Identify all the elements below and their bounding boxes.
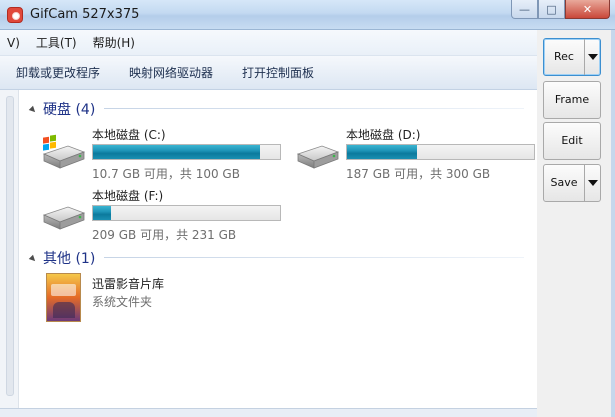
navigation-pane-scrollbar[interactable] [0,90,19,408]
command-bar: 卸载或更改程序 映射网络驱动器 打开控制面板 [0,56,537,90]
group-divider [104,108,524,109]
drive-name: 本地磁盘 (F:) [92,189,164,203]
frame-label: Frame [554,93,590,106]
drive-name: 本地磁盘 (D:) [346,128,421,142]
open-control-panel-button[interactable]: 打开控制面板 [242,64,314,81]
hard-drive-icon [42,206,86,230]
hard-drive-icon [296,145,340,169]
menu-item-tools[interactable]: 工具(T) [28,34,85,51]
menu-item-help[interactable]: 帮助(H) [85,34,143,51]
minimize-button[interactable]: — [511,0,538,19]
drive-c[interactable]: 本地磁盘 (C:) 10.7 GB 可用，共 100 GB [40,126,290,184]
window-right-border [611,30,615,417]
map-network-drive-button[interactable]: 映射网络驱动器 [129,64,213,81]
save-label: Save [550,176,578,189]
save-button[interactable]: Save [543,164,601,202]
maximize-button[interactable]: □ [538,0,565,19]
drive-name: 本地磁盘 (C:) [92,128,166,142]
rec-dropdown-arrow-icon[interactable] [584,39,600,75]
drive-usage-bar [92,144,281,160]
media-library-icon [46,273,81,322]
gifcam-app-icon [7,7,23,23]
title-bar: GifCam 527x375 — □ ✕ [0,0,615,30]
edit-button[interactable]: Edit [543,122,601,160]
rec-label: Rec [554,50,574,63]
drive-list: 硬盘 (4) 本地磁盘 (C:) 10.7 GB 可用，共 100 GB 本地磁… [0,90,537,408]
item-name: 迅雷影音片库 [92,277,165,291]
drive-space-info: 209 GB 可用，共 231 GB [92,228,237,242]
group-label: 其他 (1) [43,251,96,267]
group-divider [104,257,524,258]
gifcam-controls: Rec Frame Edit Save [537,30,615,417]
frame-button[interactable]: Frame [543,81,601,119]
capture-bottom-edge [0,408,537,417]
drive-space-info: 10.7 GB 可用，共 100 GB [92,167,240,181]
drive-f[interactable]: 本地磁盘 (F:) 209 GB 可用，共 231 GB [40,187,290,245]
group-label: 硬盘 (4) [43,102,96,118]
media-library-item[interactable]: 迅雷影音片库 系统文件夹 [46,273,296,325]
windows-drive-icon [42,134,86,169]
expand-triangle-icon[interactable] [28,105,38,115]
menu-item-view[interactable]: V) [0,36,28,50]
group-header-other[interactable]: 其他 (1) [28,248,96,268]
drive-space-info: 187 GB 可用，共 300 GB [346,167,491,181]
scrollbar-thumb[interactable] [6,96,14,396]
edit-label: Edit [561,134,583,147]
drive-usage-bar [346,144,535,160]
drive-usage-fill [93,206,111,220]
item-type: 系统文件夹 [92,295,153,309]
window-controls: — □ ✕ [511,0,610,20]
drive-usage-fill [93,145,260,159]
close-button[interactable]: ✕ [565,0,610,19]
uninstall-program-button[interactable]: 卸载或更改程序 [16,64,100,81]
save-dropdown-arrow-icon[interactable] [584,165,600,201]
expand-triangle-icon[interactable] [28,254,38,264]
drive-usage-fill [347,145,418,159]
drive-usage-bar [92,205,281,221]
menu-bar: V) 工具(T) 帮助(H) [0,30,537,56]
rec-button[interactable]: Rec [543,38,601,76]
drive-d[interactable]: 本地磁盘 (D:) 187 GB 可用，共 300 GB [294,126,544,184]
window-title: GifCam 527x375 [30,7,140,22]
capture-area: V) 工具(T) 帮助(H) 卸载或更改程序 映射网络驱动器 打开控制面板 硬盘… [0,30,537,408]
group-header-hard-disks[interactable]: 硬盘 (4) [28,99,96,119]
